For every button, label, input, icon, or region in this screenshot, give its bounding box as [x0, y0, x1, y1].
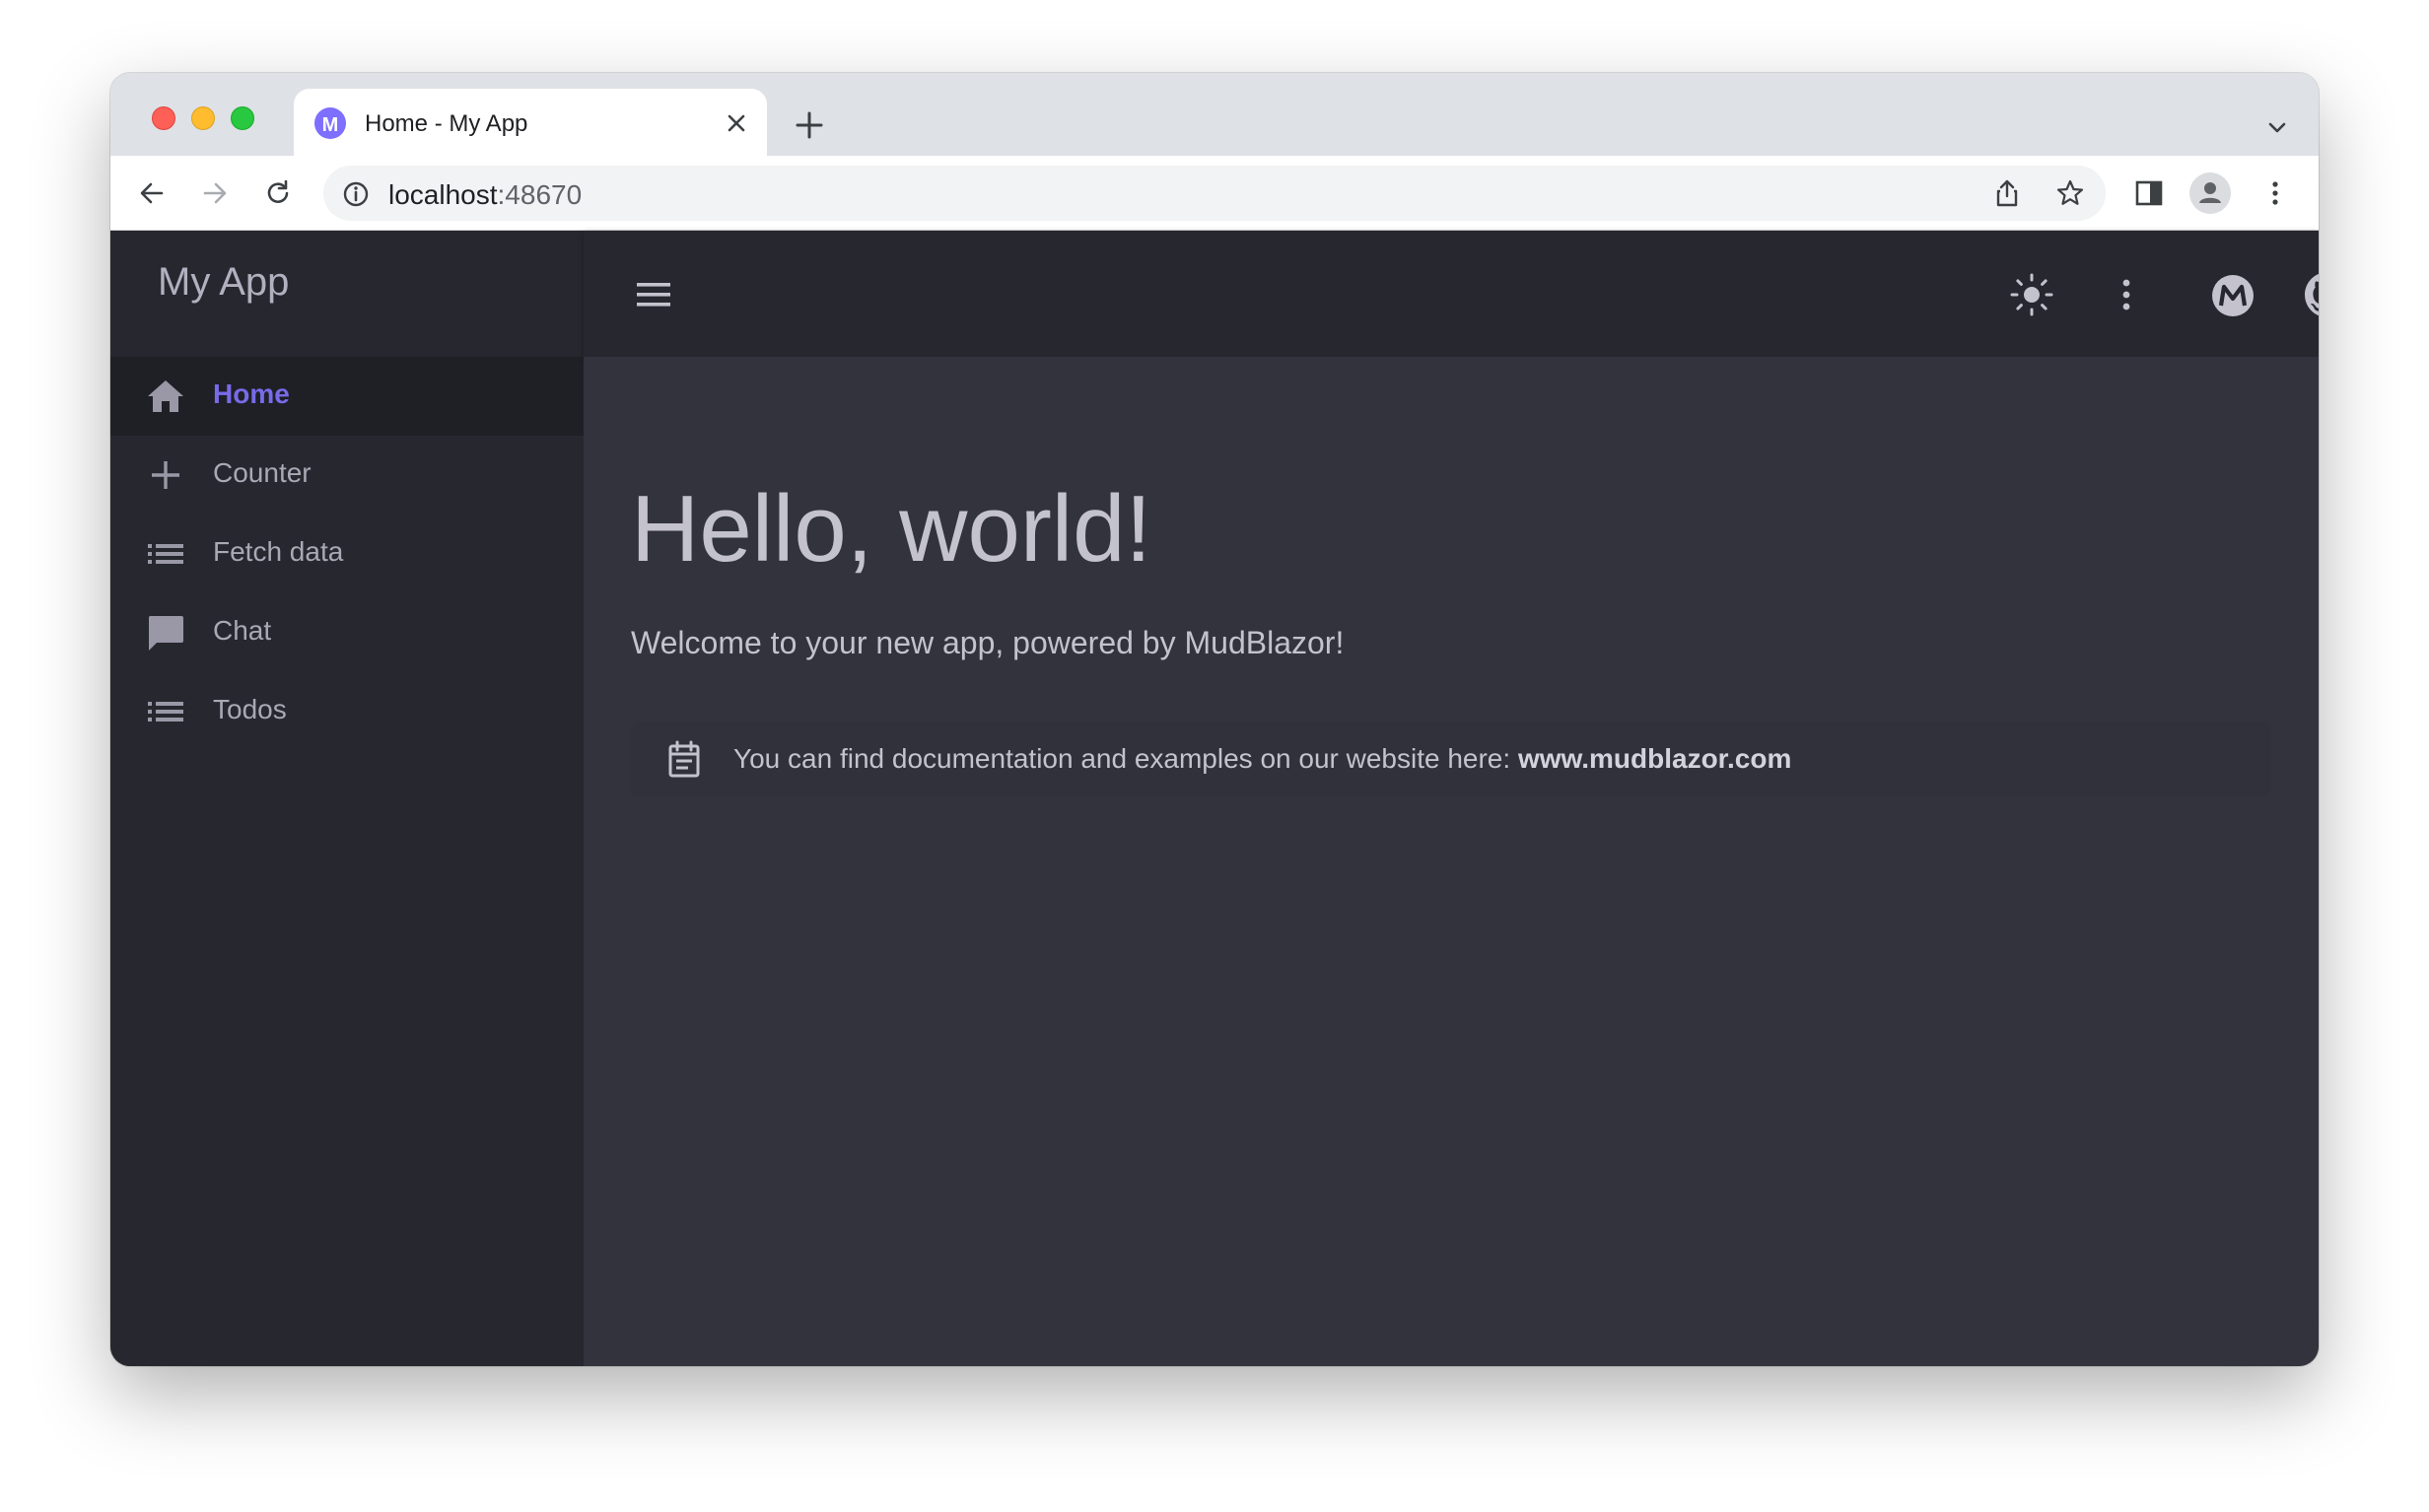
app-title: My App: [158, 260, 290, 304]
nav-item-chat[interactable]: Chat: [110, 593, 584, 672]
address-bar[interactable]: localhost:48670: [323, 166, 2106, 221]
tab-title: Home - My App: [365, 110, 528, 137]
hamburger-menu-icon[interactable]: [631, 272, 676, 317]
mudblazor-logo-icon[interactable]: [2210, 272, 2256, 317]
url-text: localhost:48670: [388, 179, 582, 211]
list-icon: [146, 692, 185, 731]
app-bar: [584, 231, 2319, 357]
nav-item-counter[interactable]: Counter: [110, 436, 584, 515]
browser-toolbar: localhost:48670: [110, 156, 2319, 231]
chevron-down-icon[interactable]: [2263, 114, 2291, 142]
home-icon: [146, 377, 185, 416]
reload-icon[interactable]: [262, 177, 294, 209]
nav-label-home: Home: [213, 378, 290, 409]
github-icon[interactable]: [2305, 272, 2319, 317]
page-heading: Hello, world!: [631, 476, 1152, 582]
nav-drawer: My App Home Counter Fetch data Chat Todo…: [110, 231, 584, 1366]
welcome-text: Welcome to your new app, powered by MudB…: [631, 625, 1345, 660]
browser-tab[interactable]: M Home - My App: [294, 89, 767, 156]
maximize-window-button[interactable]: [231, 106, 254, 130]
browser-menu-icon[interactable]: [2259, 177, 2291, 209]
app-viewport: My App Home Counter Fetch data Chat Todo…: [110, 231, 2319, 1366]
main-content: Hello, world! Welcome to your new app, p…: [584, 357, 2319, 1366]
list-icon: [146, 534, 185, 574]
back-arrow-icon[interactable]: [136, 177, 168, 209]
url-host: localhost: [388, 179, 498, 210]
more-vertical-icon[interactable]: [2104, 272, 2149, 317]
drawer-header: My App: [110, 231, 584, 357]
new-tab-icon[interactable]: [793, 108, 826, 142]
forward-arrow-icon[interactable]: [199, 177, 231, 209]
calendar-icon: [664, 739, 704, 779]
light-mode-sun-icon[interactable]: [2009, 272, 2054, 317]
chat-icon: [146, 613, 185, 653]
share-icon[interactable]: [1991, 177, 2023, 209]
tab-strip: M Home - My App: [110, 73, 2319, 156]
nav-item-home[interactable]: Home: [110, 357, 584, 436]
alert-text: You can find documentation and examples …: [733, 743, 1791, 775]
info-alert: You can find documentation and examples …: [631, 722, 2271, 796]
nav-item-todos[interactable]: Todos: [110, 672, 584, 751]
nav-label-todos: Todos: [213, 694, 287, 724]
bookmark-star-icon[interactable]: [2054, 177, 2086, 209]
mudblazor-favicon-icon: M: [313, 106, 347, 140]
profile-avatar-icon[interactable]: [2188, 172, 2232, 215]
plus-icon: [146, 455, 185, 495]
svg-text:M: M: [322, 114, 339, 136]
url-port: :48670: [497, 179, 583, 210]
nav-label-chat: Chat: [213, 615, 272, 646]
minimize-window-button[interactable]: [191, 106, 215, 130]
tab-close-icon[interactable]: [724, 110, 749, 136]
nav-label-counter: Counter: [213, 457, 312, 488]
site-info-icon[interactable]: [341, 179, 371, 209]
mudblazor-link[interactable]: www.mudblazor.com: [1518, 743, 1791, 774]
side-panel-icon[interactable]: [2133, 177, 2165, 209]
nav-item-fetch-data[interactable]: Fetch data: [110, 515, 584, 593]
close-window-button[interactable]: [152, 106, 175, 130]
browser-window: M Home - My App localhost:48670 My App H…: [110, 73, 2319, 1366]
nav-label-fetch-data: Fetch data: [213, 536, 344, 567]
alert-message: You can find documentation and examples …: [733, 743, 1518, 774]
